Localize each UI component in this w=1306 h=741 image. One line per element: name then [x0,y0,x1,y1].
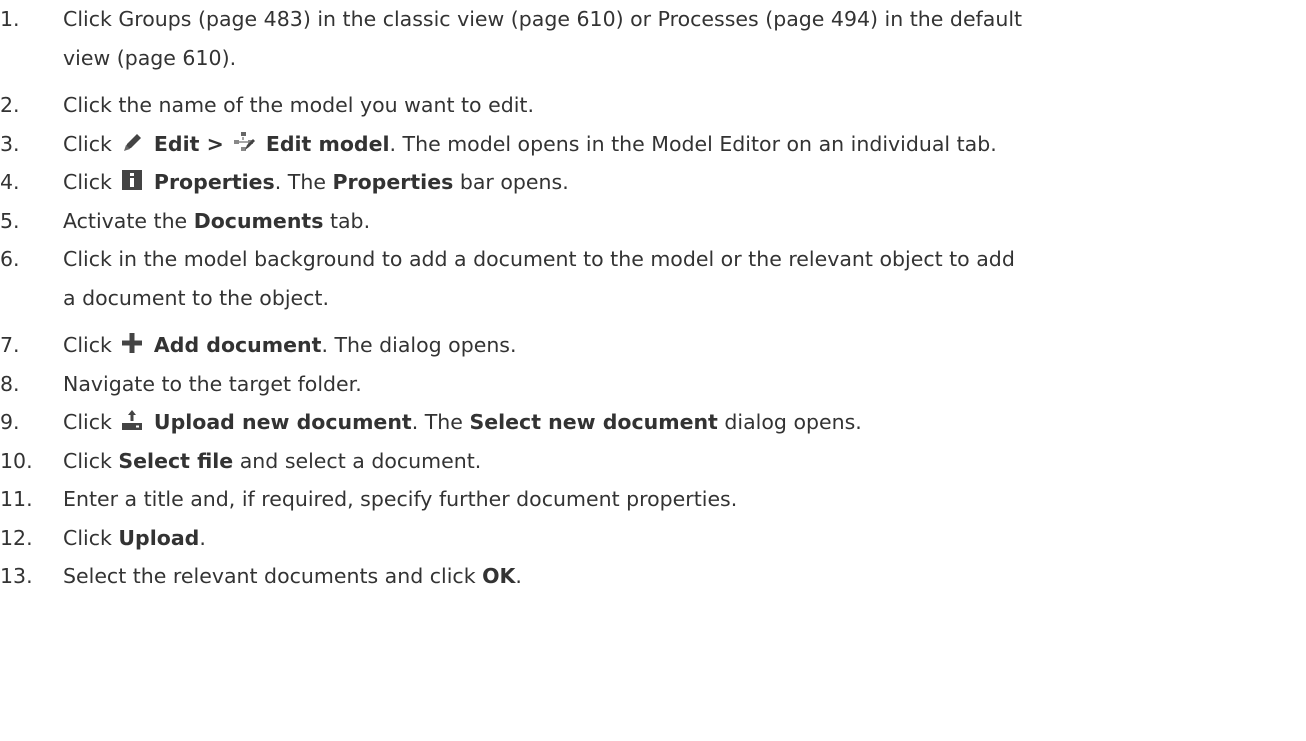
ok-label: OK [482,564,516,588]
step-text: . [515,564,522,588]
properties-bar-label: Properties [332,170,454,194]
step-13: 13. Select the relevant documents and cl… [0,557,1306,596]
step-9: 9. Click Upload new document. The Select… [0,403,1306,442]
step-text: . The [411,410,463,434]
step-number: 7. [0,333,20,357]
step-text: bar opens. [459,170,569,194]
step-text: . The model opens in the Model Editor on… [389,131,997,156]
upload-icon [120,409,144,431]
step-text: Click in the model background to add a d… [63,247,1015,271]
plus-icon [120,332,144,354]
step-text: Click [63,131,112,156]
info-icon [120,169,144,191]
step-number: 9. [0,410,20,434]
step-text: Navigate to the target folder. [63,371,362,396]
step-text-continued: view (page 610). [63,45,237,70]
step-text: . The dialog opens. [321,333,517,357]
step-text: tab. [329,208,371,233]
step-text: Enter a title and, if required, specify … [63,487,738,511]
pencil-icon [120,131,144,153]
step-number: 10. [0,448,33,473]
step-3: 3. Click Edit > Edit model. The model op… [0,125,1306,164]
edit-menu-label: Edit > [153,131,224,156]
step-text: Click [63,333,112,357]
step-text: dialog opens. [724,410,862,434]
step-text-continued: a document to the object. [63,285,329,310]
step-number: 6. [0,247,20,271]
step-6: 6. Click in the model background to add … [0,240,1306,317]
step-text: Click [63,170,112,194]
step-text: Click [63,410,112,434]
select-new-document-dialog-label: Select new document [469,410,718,434]
step-4: 4. Click Properties. The Properties bar … [0,163,1306,202]
step-text: Click the name of the model you want to … [63,93,534,117]
upload-label: Upload [118,525,200,550]
step-10: 10. Click Select file and select a docum… [0,442,1306,481]
step-text: Click Groups (page 483) in the classic v… [63,7,1023,31]
upload-new-document-label: Upload new document [153,410,412,434]
step-number: 11. [0,487,33,511]
step-number: 3. [0,131,20,156]
step-text: . The [274,170,326,194]
properties-label: Properties [153,170,275,194]
step-number: 1. [0,7,20,31]
step-2: 2. Click the name of the model you want … [0,86,1306,125]
step-number: 4. [0,170,20,194]
add-document-label: Add document [153,333,322,357]
step-text: Click [63,525,112,550]
step-number: 2. [0,93,20,117]
edit-model-icon [232,131,256,153]
step-number: 13. [0,564,33,588]
step-8: 8. Navigate to the target folder. [0,365,1306,404]
step-text: and select a document. [239,448,482,473]
step-number: 8. [0,371,20,396]
step-number: 5. [0,208,20,233]
edit-model-label: Edit model [265,131,390,156]
step-5: 5. Activate the Documents tab. [0,202,1306,241]
select-file-label: Select file [118,448,234,473]
step-number: 12. [0,525,33,550]
step-1: 1. Click Groups (page 483) in the classi… [0,0,1306,77]
documents-tab-label: Documents [193,208,324,233]
instruction-steps: 1. Click Groups (page 483) in the classi… [0,0,1306,596]
step-12: 12. Click Upload. [0,519,1306,558]
step-text: Activate the [63,208,188,233]
step-11: 11. Enter a title and, if required, spec… [0,480,1306,519]
step-text: . [199,525,206,550]
step-7: 7. Click Add document. The dialog opens. [0,326,1306,365]
step-text: Click [63,448,112,473]
step-text: Select the relevant documents and click [63,564,476,588]
